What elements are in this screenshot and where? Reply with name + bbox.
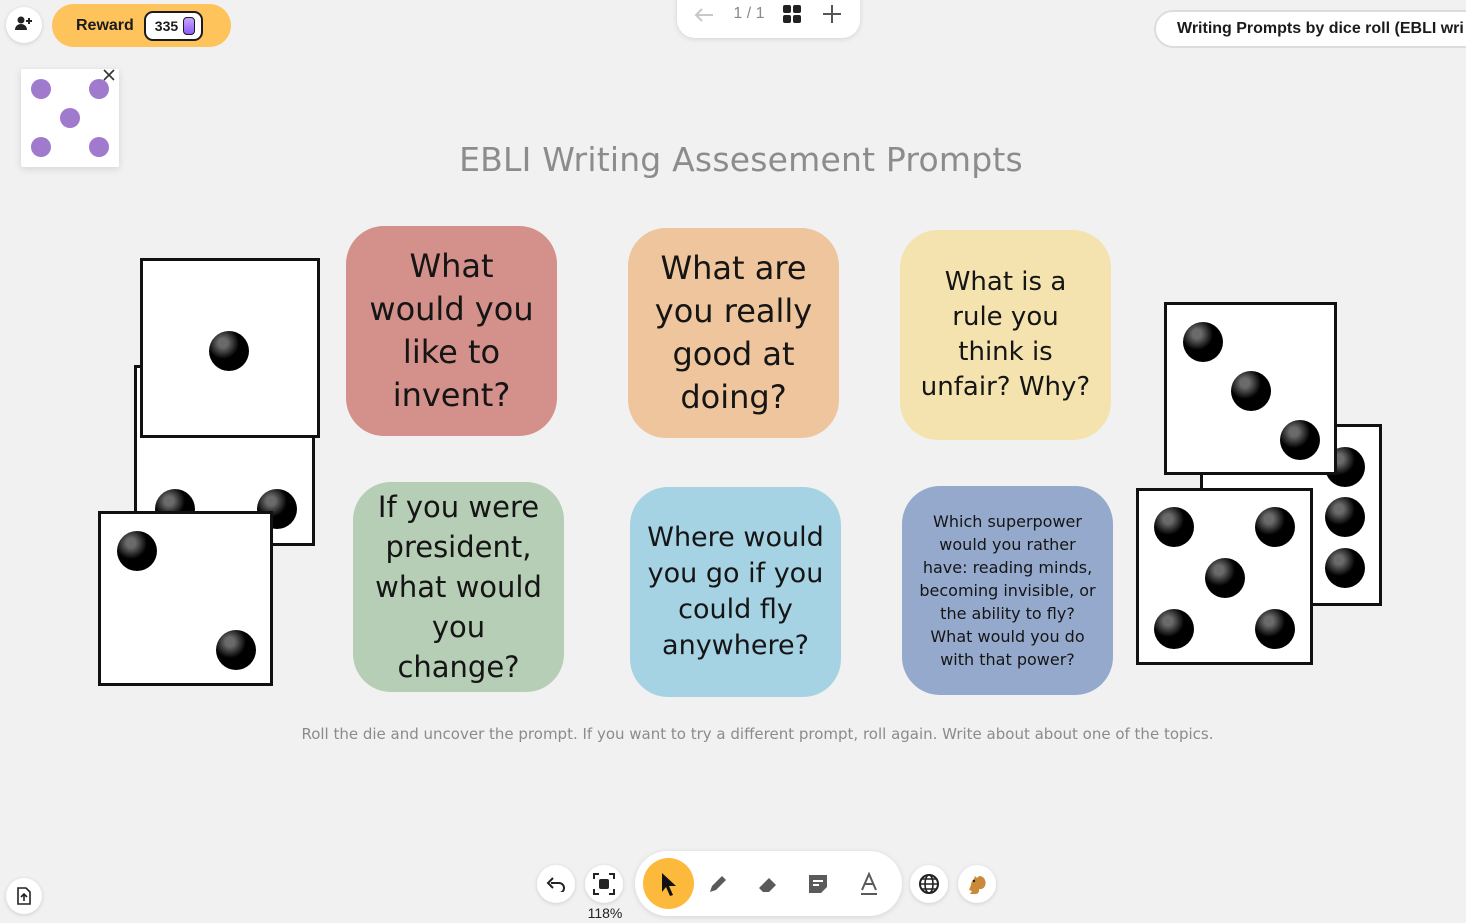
text-icon	[861, 872, 877, 895]
die-pip	[1255, 507, 1295, 547]
die-pip	[31, 79, 51, 99]
reward-button[interactable]: Reward 335	[52, 4, 231, 47]
die-pip	[31, 137, 51, 157]
die-pip	[1325, 548, 1365, 588]
prompt-text: What are you really good at doing?	[654, 249, 813, 416]
prompt-card[interactable]: If you were president, what would you ch…	[353, 482, 564, 692]
prompt-card[interactable]: What is a rule you think is unfair? Why?	[900, 230, 1111, 440]
die-pip	[89, 137, 109, 157]
instructions-text: Roll the die and uncover the prompt. If …	[301, 725, 1214, 743]
prompt-card[interactable]: What would you like to invent?	[346, 226, 557, 436]
text-tool[interactable]	[856, 871, 882, 897]
page-counter: 1 / 1	[733, 5, 765, 22]
die-pip	[1325, 497, 1365, 537]
die-pip	[1231, 371, 1271, 411]
squirrel-icon	[969, 876, 986, 894]
board-heading: EBLI Writing Assesement Prompts	[459, 140, 1023, 179]
reward-count-badge: 335	[143, 10, 204, 41]
die-pip	[1154, 507, 1194, 547]
export-button[interactable]	[6, 878, 42, 914]
close-icon	[103, 68, 115, 86]
board-title-field[interactable]: Writing Prompts by dice roll (EBLI wri	[1154, 10, 1466, 48]
die-pip	[216, 630, 256, 670]
prompt-card[interactable]: Which superpower would you rather have: …	[902, 486, 1113, 695]
die-pip	[1255, 609, 1295, 649]
fit-to-screen-icon	[593, 873, 615, 895]
arrow-left-icon	[694, 8, 713, 22]
pen-tool[interactable]	[705, 871, 731, 897]
die-pip	[60, 108, 80, 128]
reward-count: 335	[154, 17, 179, 34]
pen-icon	[710, 876, 726, 892]
prompt-text: Which superpower would you rather have: …	[919, 512, 1096, 669]
eraser-tool[interactable]	[755, 871, 781, 897]
page-grid-button[interactable]	[780, 2, 804, 26]
fit-to-screen-button[interactable]	[585, 865, 623, 903]
die-pip	[1183, 322, 1223, 362]
die-pip	[117, 531, 157, 571]
previous-page-button[interactable]	[693, 4, 715, 26]
add-user-button[interactable]	[6, 7, 42, 43]
die-one[interactable]	[140, 258, 320, 438]
pointer-icon	[661, 872, 676, 896]
gem-icon	[183, 16, 196, 35]
reward-label: Reward	[76, 16, 134, 34]
sticky-note-icon	[809, 875, 827, 893]
die-pip	[1205, 558, 1245, 598]
prompt-card[interactable]: What are you really good at doing?	[628, 228, 839, 438]
sticky-note-tool[interactable]	[805, 871, 831, 897]
prompt-text: What would you like to invent?	[369, 247, 534, 414]
prompt-text: If you were president, what would you ch…	[375, 490, 542, 684]
die-three[interactable]	[1164, 302, 1337, 475]
close-dice-button[interactable]	[100, 68, 118, 86]
globe-icon	[919, 874, 939, 894]
language-button[interactable]	[910, 865, 948, 903]
mascot-button[interactable]	[958, 865, 996, 903]
prompt-text: Where would you go if you could fly anyw…	[647, 522, 824, 661]
eraser-icon	[759, 878, 776, 892]
select-tool[interactable]	[643, 858, 694, 909]
drawing-toolbar	[635, 851, 902, 916]
export-icon	[17, 887, 31, 905]
plus-icon	[823, 5, 841, 23]
prompt-text: What is a rule you think is unfair? Why?	[920, 267, 1091, 402]
die-five[interactable]	[1136, 488, 1313, 665]
prompt-card[interactable]: Where would you go if you could fly anyw…	[630, 487, 841, 697]
die-pip	[1280, 420, 1320, 460]
grid-icon	[783, 5, 801, 23]
die-two[interactable]	[98, 511, 273, 686]
undo-button[interactable]	[537, 865, 575, 903]
zoom-level: 118%	[587, 905, 623, 921]
die-pip	[1154, 609, 1194, 649]
undo-icon	[546, 877, 565, 892]
add-user-icon	[15, 15, 33, 36]
die-pip	[209, 331, 249, 371]
add-page-button[interactable]	[820, 2, 844, 26]
page-navigation: 1 / 1	[677, 0, 860, 38]
